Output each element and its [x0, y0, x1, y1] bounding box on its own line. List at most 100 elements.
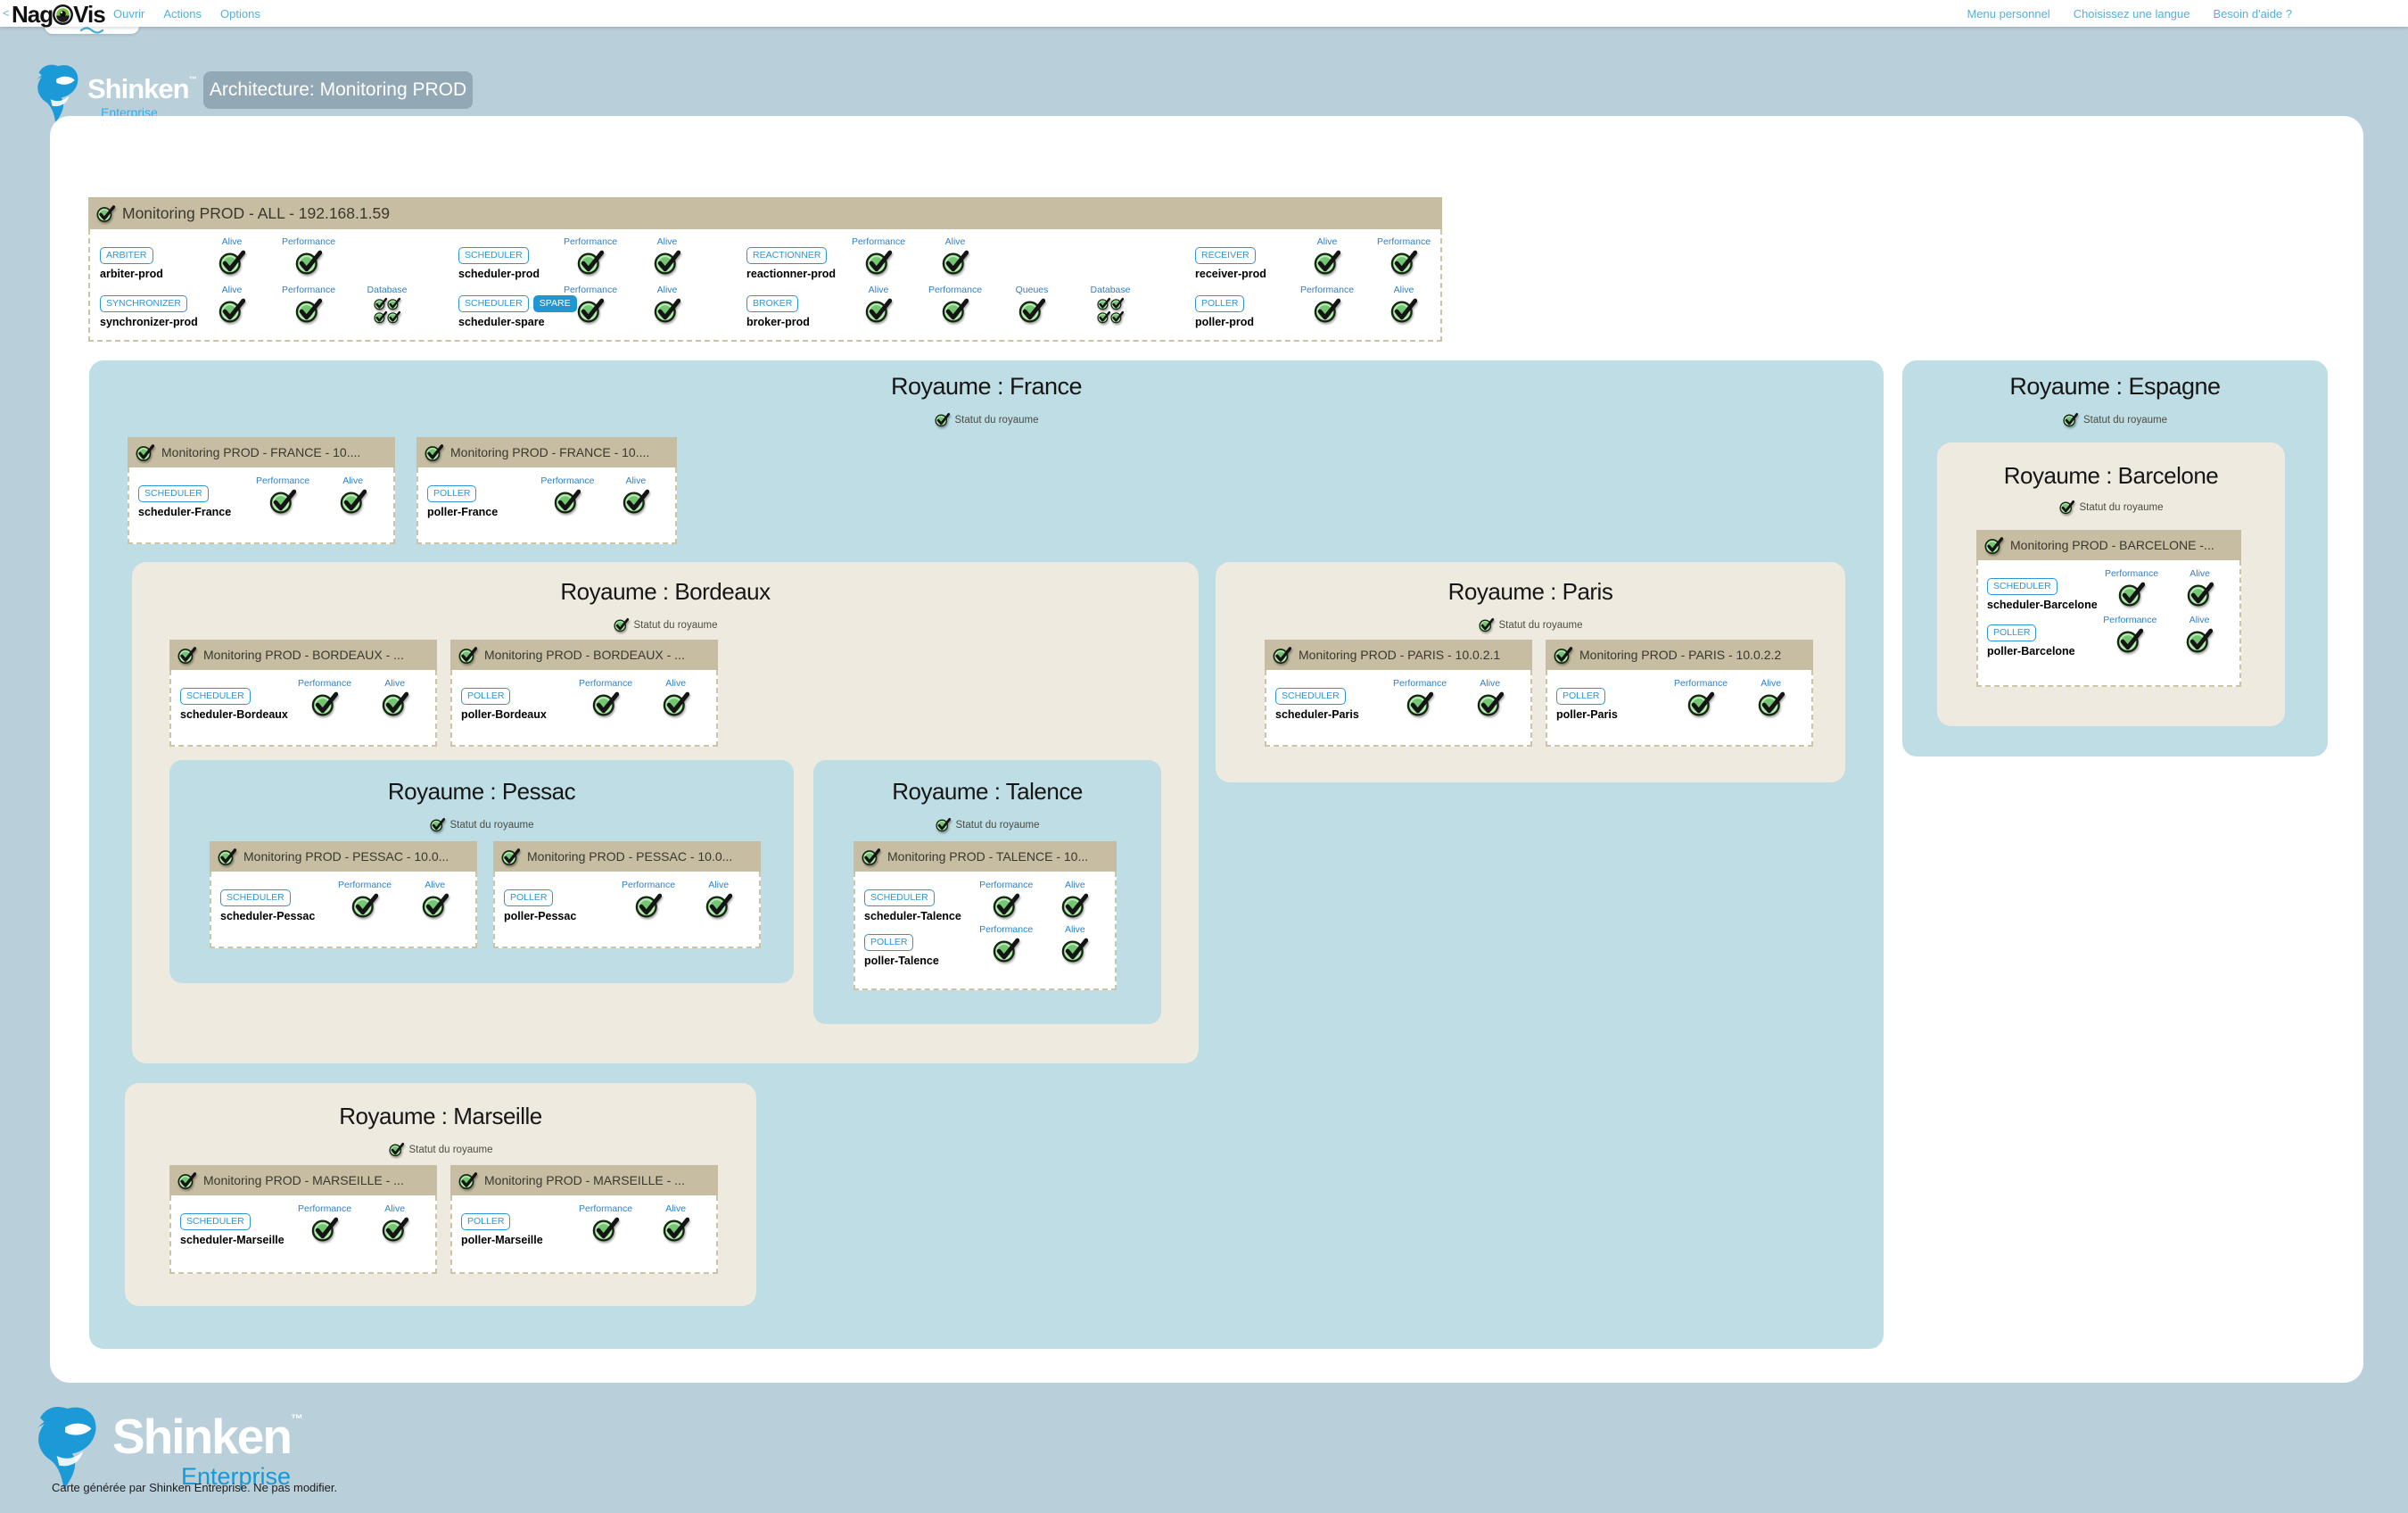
database-checks-icon[interactable] — [374, 297, 400, 324]
ok-check-icon[interactable] — [1758, 690, 1785, 717]
monitoring-box-barcelone: Monitoring PROD - BARCELONE -... SCHEDUL… — [1976, 530, 2241, 687]
monitoring-box-header[interactable]: Monitoring PROD - ALL - 192.168.1.59 — [88, 197, 1442, 229]
ok-check-icon[interactable] — [663, 1216, 689, 1243]
ok-check-icon[interactable] — [654, 297, 680, 324]
menu-options[interactable]: Options — [220, 7, 260, 21]
ok-check-icon[interactable] — [2063, 412, 2078, 427]
ok-check-icon[interactable] — [592, 690, 619, 717]
ok-check-icon[interactable] — [1406, 690, 1433, 717]
daemon-name: scheduler-spare — [458, 316, 545, 328]
ok-check-icon[interactable] — [1314, 297, 1340, 324]
monitoring-box-france-2: Monitoring PROD - FRANCE - 10.... POLLER… — [416, 437, 677, 544]
daemon-entry: POLLER poller-Marseille Performance Aliv… — [452, 1195, 716, 1246]
ok-check-icon[interactable] — [1479, 617, 1494, 632]
ok-check-icon[interactable] — [623, 488, 649, 515]
ok-check-icon[interactable] — [382, 1216, 408, 1243]
menu-aide[interactable]: Besoin d'aide ? — [2214, 7, 2293, 21]
monitoring-box-header[interactable]: Monitoring PROD - MARSEILLE - ... — [169, 1165, 437, 1195]
ok-check-icon[interactable] — [219, 249, 245, 276]
monitoring-box-header[interactable]: Monitoring PROD - FRANCE - 10.... — [416, 437, 677, 467]
ok-check-icon[interactable] — [936, 817, 951, 832]
ok-check-icon[interactable] — [577, 297, 604, 324]
menu-personnel[interactable]: Menu personnel — [1967, 7, 2049, 21]
ok-check-icon[interactable] — [942, 249, 969, 276]
ok-check-icon[interactable] — [1061, 937, 1088, 963]
ok-check-icon[interactable] — [554, 488, 581, 515]
monitoring-box-header[interactable]: Monitoring PROD - PESSAC - 10.0... — [210, 841, 477, 872]
ok-check-icon[interactable] — [592, 1216, 619, 1243]
ok-check-icon — [96, 204, 115, 223]
daemon-entry: POLLER poller-Bordeaux Performance Alive — [452, 670, 716, 721]
menu-ouvrir[interactable]: Ouvrir — [113, 7, 144, 21]
realm-pessac: Royaume : Pessac Statut du royaume Monit… — [169, 760, 794, 983]
daemon-entry: POLLER poller-Paris Performance Alive — [1547, 670, 1811, 721]
ok-check-icon[interactable] — [382, 690, 408, 717]
ok-check-icon[interactable] — [942, 297, 969, 324]
ok-check-icon[interactable] — [295, 249, 322, 276]
ok-check-icon[interactable] — [2186, 627, 2213, 654]
ok-check-icon[interactable] — [993, 892, 1019, 919]
ok-check-icon[interactable] — [865, 249, 892, 276]
daemon-name: poller-Marseille — [461, 1234, 543, 1246]
ok-check-icon[interactable] — [269, 488, 296, 515]
monitoring-box-header[interactable]: Monitoring PROD - PARIS - 10.0.2.2 — [1546, 640, 1813, 670]
nagvis-logo-text-nag: Nag — [12, 1, 53, 29]
realm-status: Statut du royaume — [169, 817, 794, 832]
ok-check-icon[interactable] — [2116, 627, 2143, 654]
sidebar-collapse-arrow[interactable]: < — [3, 6, 10, 20]
ok-check-icon[interactable] — [351, 892, 378, 919]
ok-check-icon[interactable] — [1390, 297, 1417, 324]
ok-check-icon[interactable] — [295, 297, 322, 324]
monitoring-box-header[interactable]: Monitoring PROD - BORDEAUX - ... — [450, 640, 718, 670]
ok-check-icon[interactable] — [2187, 581, 2214, 608]
role-badge: SCHEDULER — [138, 485, 209, 502]
menu-langue[interactable]: Choisissez une langue — [2074, 7, 2190, 21]
ok-check-icon[interactable] — [865, 297, 892, 324]
ok-check-icon[interactable] — [663, 690, 689, 717]
nagvis-logo-text-vis: Vis — [73, 1, 105, 29]
ok-check-icon[interactable] — [635, 892, 662, 919]
ok-check-icon[interactable] — [1477, 690, 1504, 717]
ok-check-icon[interactable] — [311, 690, 338, 717]
daemon-entry: SCHEDULER scheduler-Barcelone Performanc… — [1978, 560, 2239, 611]
ok-check-icon[interactable] — [935, 412, 950, 427]
ok-check-icon[interactable] — [654, 249, 680, 276]
ok-check-icon[interactable] — [340, 488, 367, 515]
ok-check-icon[interactable] — [1018, 297, 1045, 324]
ok-check-icon[interactable] — [311, 1216, 338, 1243]
ok-check-icon[interactable] — [993, 937, 1019, 963]
daemon-entry: REACTIONNER reactionner-prod Performance… — [746, 236, 994, 280]
ok-check-icon[interactable] — [430, 817, 445, 832]
monitoring-box-header[interactable]: Monitoring PROD - MARSEILLE - ... — [450, 1165, 718, 1195]
ok-check-icon[interactable] — [1061, 892, 1088, 919]
monitoring-box-header[interactable]: Monitoring PROD - FRANCE - 10.... — [128, 437, 395, 467]
realm-bordeaux: Royaume : Bordeaux Statut du royaume Mon… — [132, 562, 1199, 1063]
nagvis-logo[interactable]: Nag Vis — [12, 1, 105, 29]
database-checks-icon[interactable] — [1097, 297, 1124, 324]
ok-check-icon[interactable] — [577, 249, 604, 276]
role-badge: POLLER — [504, 889, 553, 906]
role-badge: POLLER — [1556, 688, 1605, 705]
ok-check-icon[interactable] — [614, 617, 629, 632]
realm-talence: Royaume : Talence Statut du royaume Moni… — [813, 760, 1161, 1024]
monitoring-box-header[interactable]: Monitoring PROD - PARIS - 10.0.2.1 — [1265, 640, 1532, 670]
ok-check-icon[interactable] — [389, 1142, 404, 1157]
monitoring-box-header[interactable]: Monitoring PROD - TALENCE - 10... — [854, 841, 1117, 872]
ok-check-icon[interactable] — [219, 297, 245, 324]
realm-paris: Royaume : Paris Statut du royaume Monito… — [1216, 562, 1845, 782]
monitoring-box-header[interactable]: Monitoring PROD - PESSAC - 10.0... — [493, 841, 761, 872]
ok-check-icon[interactable] — [422, 892, 449, 919]
ok-check-icon[interactable] — [1390, 249, 1417, 276]
ok-check-icon[interactable] — [2118, 581, 2145, 608]
menu-actions[interactable]: Actions — [163, 7, 202, 21]
daemon-name: poller-prod — [1195, 316, 1254, 328]
monitoring-box-header[interactable]: Monitoring PROD - BORDEAUX - ... — [169, 640, 437, 670]
monitoring-box-header[interactable]: Monitoring PROD - BARCELONE -... — [1976, 530, 2241, 560]
ok-check-icon[interactable] — [705, 892, 732, 919]
ok-check-icon[interactable] — [1687, 690, 1714, 717]
ok-check-icon[interactable] — [2059, 500, 2074, 515]
role-badge: SCHEDULER — [458, 247, 529, 264]
ok-check-icon[interactable] — [1314, 249, 1340, 276]
monitoring-box-marseille-2: Monitoring PROD - MARSEILLE - ... POLLER… — [450, 1165, 718, 1274]
daemon-name: scheduler-France — [138, 506, 231, 518]
